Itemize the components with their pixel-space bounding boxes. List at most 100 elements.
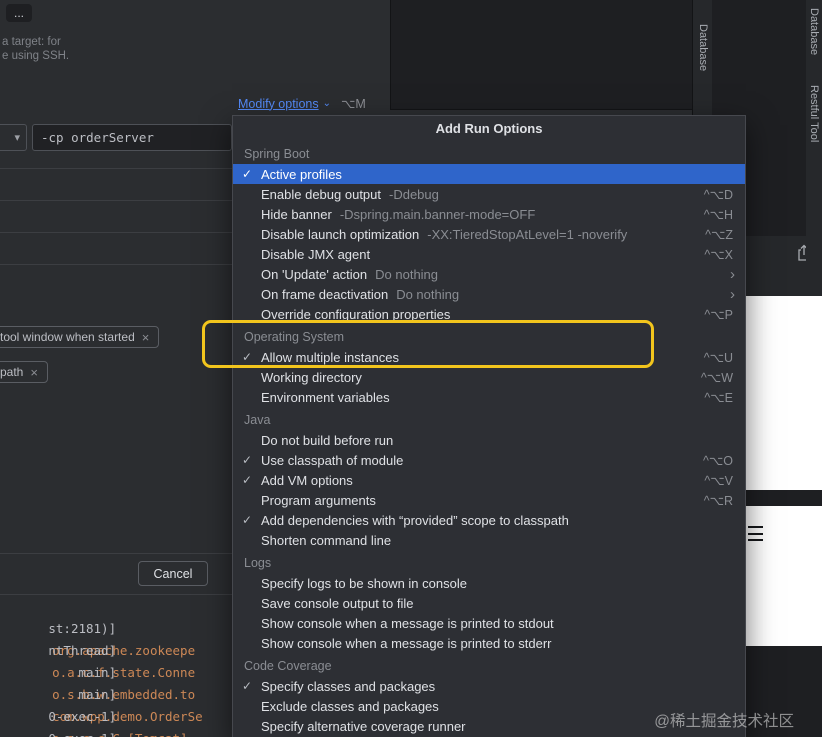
menu-item-label: Specify alternative coverage runner bbox=[261, 718, 466, 734]
popup-section: Spring Boot ✓ Active profiles Enable deb… bbox=[233, 141, 745, 324]
cli-arguments-field[interactable]: -cp orderServer bbox=[32, 124, 232, 151]
menu-item[interactable]: On 'Update' action Do nothing › bbox=[233, 264, 745, 284]
modify-options-link[interactable]: Modify options bbox=[238, 97, 319, 111]
menu-item-label: On frame deactivation bbox=[261, 286, 389, 302]
menu-item[interactable]: Enable debug output -Ddebug ^⌥D bbox=[233, 184, 745, 204]
menu-item[interactable]: Show console when a message is printed t… bbox=[233, 633, 745, 653]
menu-item-detail: Do nothing bbox=[375, 266, 439, 282]
menu-item-shortcut: ^⌥P bbox=[704, 307, 733, 322]
divider bbox=[0, 168, 232, 169]
menu-item[interactable]: ✓ Allow multiple instances ^⌥U bbox=[233, 347, 745, 367]
console-output[interactable]: st:2181)] org.apache.zookeepe ntThread] … bbox=[0, 596, 232, 737]
menu-item-label: On 'Update' action bbox=[261, 266, 368, 282]
menu-item-detail: -XX:TieredStopAtLevel=1 -noverify bbox=[427, 226, 628, 242]
menu-item[interactable]: Override configuration properties ^⌥P bbox=[233, 304, 745, 324]
menu-item[interactable]: ✓ Add VM options ^⌥V bbox=[233, 470, 745, 490]
popup-title: Add Run Options bbox=[435, 121, 543, 136]
menu-item-label: Specify classes and packages bbox=[261, 678, 436, 694]
panel-gap bbox=[746, 490, 822, 506]
section-header: Java bbox=[244, 413, 271, 427]
menu-icon[interactable] bbox=[748, 526, 763, 541]
menu-item-label: Environment variables bbox=[261, 389, 390, 405]
menu-item-label: Exclude classes and packages bbox=[261, 698, 439, 714]
menu-item-label: Use classpath of module bbox=[261, 452, 404, 468]
console-thread: 0-exec-1] bbox=[48, 709, 117, 724]
divider bbox=[0, 264, 232, 265]
console-thread: main] bbox=[78, 665, 117, 680]
submenu-chevron-icon: › bbox=[730, 285, 735, 303]
section-header: Code Coverage bbox=[244, 659, 332, 673]
cancel-button[interactable]: Cancel bbox=[138, 561, 208, 586]
tag-chip[interactable]: tool window when started × bbox=[0, 326, 160, 348]
menu-item-shortcut: ^⌥Z bbox=[705, 227, 733, 242]
tag-label: tool window when started bbox=[0, 330, 135, 344]
menu-item-shortcut: ^⌥X bbox=[704, 247, 733, 262]
menu-item[interactable]: Hide banner -Dspring.main.banner-mode=OF… bbox=[233, 204, 745, 224]
tool-window-tab[interactable]: Restful Tool bbox=[808, 85, 820, 142]
right-edge-tool-bar: Database Restful Tool bbox=[806, 0, 822, 296]
menu-item[interactable]: Disable JMX agent ^⌥X bbox=[233, 244, 745, 264]
close-icon[interactable]: × bbox=[142, 331, 150, 344]
menu-item-label: Hide banner bbox=[261, 206, 332, 222]
tag-label: path bbox=[0, 365, 24, 379]
menu-item[interactable]: Program arguments ^⌥R bbox=[233, 490, 745, 510]
console-thread: 0-exec-1] bbox=[44, 728, 116, 737]
menu-item-label: Do not build before run bbox=[261, 432, 394, 448]
checkmark-icon: ✓ bbox=[241, 473, 253, 487]
menu-item-shortcut: ^⌥V bbox=[704, 473, 733, 488]
divider bbox=[0, 200, 232, 201]
menu-item-label: Save console output to file bbox=[261, 595, 414, 611]
menu-item[interactable]: ✓ Add dependencies with “provided” scope… bbox=[233, 510, 745, 530]
menu-item[interactable]: On frame deactivation Do nothing › bbox=[233, 284, 745, 304]
menu-item[interactable]: Working directory ^⌥W bbox=[233, 367, 745, 387]
chevron-down-icon: ▾ bbox=[14, 132, 20, 144]
menu-item[interactable]: Disable launch optimization -XX:TieredSt… bbox=[233, 224, 745, 244]
tag-chip[interactable]: path × bbox=[0, 361, 48, 383]
checkmark-icon: ✓ bbox=[241, 679, 253, 693]
menu-item[interactable]: ✓ Specify classes and packages bbox=[233, 676, 745, 696]
tab-database[interactable]: Database bbox=[697, 24, 709, 71]
menu-item[interactable]: Shorten command line bbox=[233, 530, 745, 550]
console-line: st:2181)] org.apache.zookeepe bbox=[14, 596, 232, 658]
shortcut-label: ⌥M bbox=[341, 97, 366, 111]
menu-item-label: Override configuration properties bbox=[261, 306, 451, 322]
tool-window-tab[interactable]: Database bbox=[808, 8, 820, 55]
section-header: Logs bbox=[244, 556, 272, 570]
menu-item[interactable]: Save console output to file bbox=[233, 593, 745, 613]
menu-item[interactable]: ✓ Use classpath of module ^⌥O bbox=[233, 450, 745, 470]
menu-item-shortcut: ^⌥H bbox=[703, 207, 733, 222]
menu-item-detail: -Dspring.main.banner-mode=OFF bbox=[339, 206, 536, 222]
menu-item[interactable]: Do not build before run bbox=[233, 430, 745, 450]
menu-item-label: Allow multiple instances bbox=[261, 349, 400, 365]
watermark: @稀土掘金技术社区 bbox=[654, 713, 794, 730]
menu-item-shortcut: ^⌥U bbox=[703, 350, 733, 365]
divider bbox=[0, 594, 232, 595]
menu-item[interactable]: ✓ Active profiles bbox=[233, 164, 745, 184]
menu-item-detail: -Ddebug bbox=[389, 186, 439, 202]
menu-item-label: Show console when a message is printed t… bbox=[261, 635, 552, 651]
menu-item-label: Working directory bbox=[261, 369, 362, 385]
module-dropdown[interactable]: ▾ bbox=[0, 124, 27, 151]
browser-content-panel bbox=[746, 296, 822, 490]
hint-line-2: e using SSH. bbox=[2, 50, 70, 62]
section-header: Operating System bbox=[244, 330, 345, 344]
submenu-chevron-icon: › bbox=[730, 265, 735, 283]
menu-item-shortcut: ^⌥R bbox=[703, 493, 733, 508]
menu-item-label: Show console when a message is printed t… bbox=[261, 615, 554, 631]
menu-item-label: Disable launch optimization bbox=[261, 226, 420, 242]
menu-item[interactable]: Show console when a message is printed t… bbox=[233, 613, 745, 633]
close-icon[interactable]: × bbox=[30, 366, 38, 379]
divider bbox=[0, 553, 232, 554]
menu-item-label: Shorten command line bbox=[261, 532, 392, 548]
hint-line-1: a target: for bbox=[2, 36, 61, 48]
console-thread: main] bbox=[78, 687, 117, 702]
embedded-dark-panel bbox=[390, 0, 692, 110]
popup-section: Operating System ✓ Allow multiple instan… bbox=[233, 324, 745, 407]
checkmark-icon: ✓ bbox=[241, 167, 253, 181]
menu-item[interactable]: Specify logs to be shown in console bbox=[233, 573, 745, 593]
modify-options-row: Modify options ⌄ ⌥M bbox=[238, 96, 366, 112]
editor-tab[interactable]: ... bbox=[6, 4, 33, 22]
menu-item[interactable]: Environment variables ^⌥E bbox=[233, 387, 745, 407]
menu-item-shortcut: ^⌥W bbox=[700, 370, 733, 385]
section-header: Spring Boot bbox=[244, 147, 310, 161]
